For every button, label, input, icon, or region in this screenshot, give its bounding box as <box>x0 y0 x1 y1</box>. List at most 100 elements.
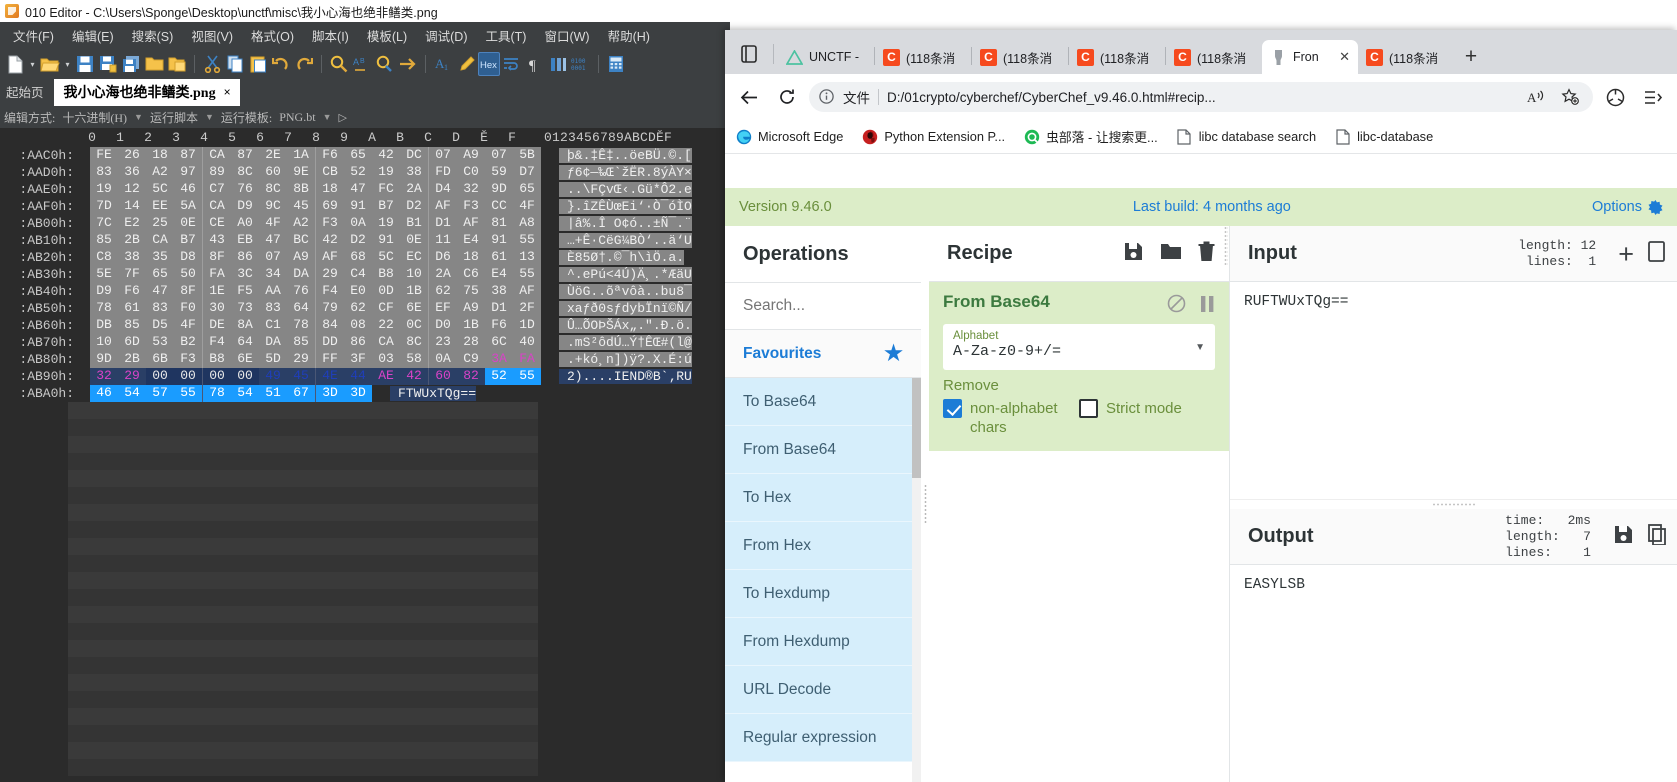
hex-byte[interactable]: 65 <box>146 266 174 283</box>
hex-byte[interactable]: 81 <box>485 215 513 232</box>
hex-byte[interactable]: BC <box>287 232 315 249</box>
highlight-icon[interactable] <box>455 52 477 76</box>
load-recipe-folder-icon[interactable] <box>1160 242 1182 266</box>
hex-ascii[interactable]: }.îZÊÙœEi‘·Ò¯óÌO <box>559 199 692 214</box>
hex-byte[interactable]: 91 <box>372 232 400 249</box>
open-file-dropdown-icon[interactable]: ▾ <box>62 52 73 76</box>
io-splitter[interactable] <box>1230 499 1677 509</box>
save-recipe-icon[interactable] <box>1123 241 1144 267</box>
find-next-icon[interactable] <box>374 52 396 76</box>
cut-icon[interactable] <box>201 52 223 76</box>
hex-byte[interactable]: 2F <box>513 300 541 317</box>
hex-byte[interactable]: A9 <box>457 300 485 317</box>
hex-byte[interactable]: 76 <box>231 181 259 198</box>
hex-byte[interactable]: E4 <box>457 232 485 249</box>
io-divider-grip[interactable] <box>1224 226 1228 266</box>
hex-byte[interactable]: 3D <box>316 385 344 402</box>
checkbox-unchecked-icon[interactable] <box>1079 399 1098 418</box>
edit-mode-chevron-down-icon[interactable]: ▼ <box>134 112 143 122</box>
hex-byte[interactable]: 91 <box>485 232 513 249</box>
operations-scrollbar-thumb[interactable] <box>912 378 921 478</box>
hex-byte[interactable]: 07 <box>259 249 287 266</box>
hex-byte[interactable]: C6 <box>457 266 485 283</box>
hex-byte[interactable]: 32 <box>90 368 118 385</box>
editor-option-bar[interactable]: 编辑方式: 十六进制(H) ▼ 运行脚本 ▼ 运行模板: PNG.bt ▼ ▷ <box>0 106 730 128</box>
hex-byte[interactable]: D2 <box>344 232 372 249</box>
hex-byte[interactable]: 35 <box>146 249 174 266</box>
new-tab-button[interactable]: + <box>1454 40 1488 74</box>
hex-byte[interactable]: 26 <box>118 147 146 164</box>
hex-byte[interactable]: 00 <box>174 368 202 385</box>
hex-byte[interactable]: 47 <box>146 283 174 300</box>
hex-byte[interactable]: 8C <box>259 181 287 198</box>
hex-byte[interactable]: 8C <box>231 164 259 181</box>
hex-byte-group[interactable]: DB 85 D5 4F DE 8A C1 78 84 08 22 0C D0 1B F6 1D <box>90 317 541 334</box>
hex-byte[interactable]: AA <box>259 283 287 300</box>
editor-menubar[interactable]: 文件(F) 编辑(E) 搜索(S) 视图(V) 格式(O) 脚本(I) 模板(L… <box>0 22 730 48</box>
hex-byte[interactable]: D1 <box>429 215 457 232</box>
hex-byte[interactable]: 5D <box>259 351 287 368</box>
hex-byte[interactable]: 07 <box>429 147 457 164</box>
hex-byte[interactable]: CE <box>203 215 231 232</box>
hex-byte[interactable]: 49 <box>259 368 287 385</box>
hex-byte[interactable]: 42 <box>316 232 344 249</box>
redo-icon[interactable] <box>293 52 315 76</box>
menu-format[interactable]: 格式(O) <box>242 23 303 48</box>
hex-byte[interactable]: 0D <box>372 283 400 300</box>
hex-byte[interactable]: B8 <box>203 351 231 368</box>
run-template-chevron-down-icon[interactable]: ▼ <box>323 112 332 122</box>
hex-byte[interactable]: 61 <box>118 300 146 317</box>
pause-operation-icon[interactable] <box>1200 295 1215 318</box>
hex-byte[interactable]: F3 <box>316 215 344 232</box>
last-build-link[interactable]: Last build: 4 months ago <box>1133 199 1291 215</box>
hex-byte[interactable]: 19 <box>372 164 400 181</box>
hex-byte-group[interactable]: FE 26 18 87 CA 87 2E 1A F6 65 42 DC 07 A9 07 5B <box>90 147 541 164</box>
hex-byte[interactable]: 6D <box>118 334 146 351</box>
hex-byte[interactable]: 8B <box>287 181 315 198</box>
hex-byte[interactable]: 54 <box>231 385 259 402</box>
hex-byte-group[interactable]: 19 12 5C 46 C7 76 8C 8B 18 47 FC 2A D4 32 9D 65 <box>90 181 541 198</box>
hex-byte[interactable]: 5E <box>90 266 118 283</box>
operation-list-item[interactable]: URL Decode <box>725 666 921 714</box>
hex-byte[interactable]: 82 <box>457 368 485 385</box>
hex-byte[interactable]: 42 <box>400 368 428 385</box>
alphabet-field[interactable]: Alphabet A-Za-z0-9+/= ▼ <box>943 324 1215 370</box>
hex-byte[interactable]: EC <box>400 249 428 266</box>
hex-byte[interactable]: 86 <box>231 249 259 266</box>
hex-byte[interactable]: 2B <box>118 232 146 249</box>
browser-tab[interactable]: C (118条消 <box>875 40 971 74</box>
paste-icon[interactable] <box>247 52 269 76</box>
browser-tab[interactable]: C (118条消 <box>1358 40 1454 74</box>
hex-byte[interactable]: 5A <box>174 198 202 215</box>
hex-ascii[interactable]: .+kó¸n])ÿ?.X.É:ú <box>559 352 692 367</box>
hex-ascii[interactable]: |â%.Î O¢ó..±Ñ¯.¨ <box>559 216 692 231</box>
hex-byte[interactable]: 6E <box>400 300 428 317</box>
hex-byte[interactable]: 2E <box>259 147 287 164</box>
hex-byte[interactable]: 1B <box>400 283 428 300</box>
hex-byte[interactable]: 6B <box>146 351 174 368</box>
hex-byte[interactable]: 00 <box>146 368 174 385</box>
hex-byte[interactable]: 40 <box>513 334 541 351</box>
hex-byte[interactable]: 45 <box>287 198 315 215</box>
hex-byte[interactable]: 67 <box>287 385 315 402</box>
recipe-operation-card[interactable]: From Base64 Alphabet A-Za-z0-9+/= ▼ Remo… <box>929 282 1229 451</box>
hex-byte[interactable]: FF <box>316 351 344 368</box>
operation-list-item[interactable]: To Hexdump <box>725 570 921 618</box>
panel-divider-left[interactable] <box>921 226 929 782</box>
hex-byte[interactable]: A8 <box>513 215 541 232</box>
hex-row[interactable]: :AAC0h: FE 26 18 87 CA 87 2E 1A F6 65 42 DC 07 A9 07 5B þ… <box>0 147 730 164</box>
hex-byte[interactable]: 64 <box>287 300 315 317</box>
hex-row[interactable]: :AB40h: D9 F6 47 8F 1E F5 AA 76 F4 E0 0D 1B 62 75 38 AF Ù… <box>0 283 730 300</box>
hex-byte[interactable]: D1 <box>485 300 513 317</box>
run-script-chevron-down-icon[interactable]: ▼ <box>205 112 214 122</box>
hex-byte[interactable]: F6 <box>485 317 513 334</box>
hex-byte[interactable]: 44 <box>344 368 372 385</box>
hex-byte[interactable]: CF <box>372 300 400 317</box>
hex-byte-group[interactable]: 7D 14 EE 5A CA D9 9C 45 69 91 B7 D2 AF F3 CC 4F <box>90 198 541 215</box>
save-as-icon[interactable] <box>97 52 119 76</box>
hex-byte[interactable]: C4 <box>344 266 372 283</box>
hex-byte[interactable]: 5C <box>372 249 400 266</box>
add-input-tab-icon[interactable]: + <box>1618 240 1634 267</box>
hex-byte[interactable]: D7 <box>513 164 541 181</box>
hex-byte[interactable]: 42 <box>372 147 400 164</box>
